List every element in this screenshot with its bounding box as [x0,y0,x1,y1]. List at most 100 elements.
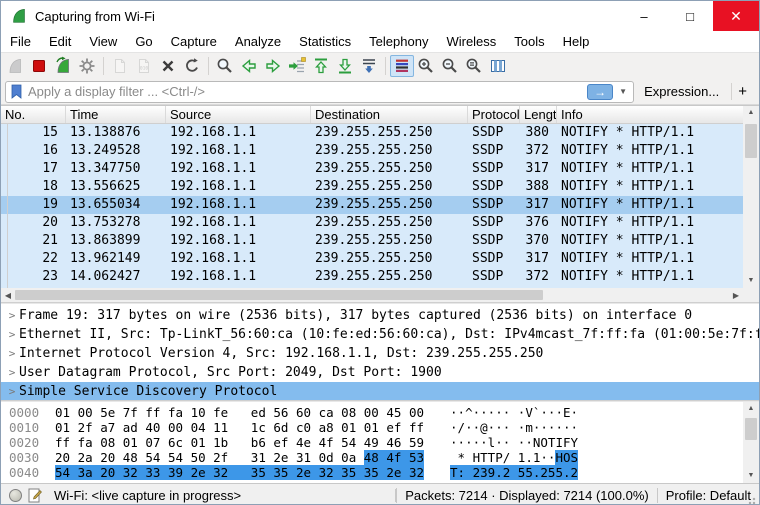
packet-row-23[interactable]: 2314.062427192.168.1.1239.255.255.250SSD… [1,268,745,286]
column-header-source[interactable]: Source [166,106,311,123]
menu-go[interactable]: Go [126,32,161,51]
scroll-up-arrow[interactable]: ▲ [743,402,759,416]
go-forward-icon[interactable] [261,55,285,77]
menu-help[interactable]: Help [554,32,599,51]
zoom-100-icon[interactable] [462,55,486,77]
close-button[interactable]: ✕ [713,1,759,31]
column-header-info[interactable]: Info [557,106,745,123]
packet-list-hscrollbar[interactable]: ◀ ▶ [1,288,743,302]
detail-line-1[interactable]: >Ethernet II, Src: Tp-LinkT_56:60:ca (10… [1,325,759,344]
menu-statistics[interactable]: Statistics [290,32,360,51]
go-to-top-icon[interactable] [309,55,333,77]
expander-icon[interactable]: > [5,385,19,398]
expander-icon[interactable]: > [5,347,19,360]
expander-icon[interactable]: > [5,309,19,322]
find-packet-icon[interactable] [213,55,237,77]
packet-row-17[interactable]: 1713.347750192.168.1.1239.255.255.250SSD… [1,160,745,178]
scroll-down-arrow[interactable]: ▼ [743,274,759,288]
column-header-no[interactable]: No. [1,106,66,123]
resize-grip[interactable] [748,495,758,505]
menu-file[interactable]: File [1,32,40,51]
profile-selector[interactable]: Profile: Default [657,488,759,503]
menu-edit[interactable]: Edit [40,32,80,51]
go-back-icon[interactable] [237,55,261,77]
hex-row-0000[interactable]: 000001 00 5e 7f ff fa 10 fe ed 56 60 ca … [1,405,745,420]
menu-tools[interactable]: Tools [505,32,553,51]
display-filter-input[interactable] [28,84,587,99]
expression-button[interactable]: Expression... [634,84,729,99]
hex-row-0030[interactable]: 003020 2a 20 48 54 54 50 2f 31 2e 31 0d … [1,450,745,465]
hex-bytes[interactable]: 54 3a 20 32 33 39 2e 32 35 35 2e 32 35 3… [55,465,424,480]
expander-icon[interactable]: > [5,366,19,379]
menu-telephony[interactable]: Telephony [360,32,437,51]
packet-row-18[interactable]: 1813.556625192.168.1.1239.255.255.250SSD… [1,178,745,196]
go-to-packet-icon[interactable] [285,55,309,77]
hex-bytes[interactable]: 01 00 5e 7f ff fa 10 fe ed 56 60 ca 08 0… [55,405,424,420]
cell-protocol: SSDP [468,124,520,142]
hex-ascii[interactable]: * HTTP/ 1.1··HOS [450,450,578,465]
capture-comment-icon[interactable] [28,488,42,503]
reload-file-icon[interactable] [180,55,204,77]
cell-protocol: SSDP [468,268,520,286]
auto-scroll-icon[interactable] [357,55,381,77]
scroll-right-arrow[interactable]: ▶ [729,291,743,300]
maximize-button[interactable]: □ [667,1,713,31]
packet-row-20[interactable]: 2013.753278192.168.1.1239.255.255.250SSD… [1,214,745,232]
menu-capture[interactable]: Capture [162,32,226,51]
colorize-icon[interactable] [390,55,414,77]
hex-row-0010[interactable]: 001001 2f a7 ad 40 00 04 11 1c 6d c0 a8 … [1,420,745,435]
scroll-thumb[interactable] [745,124,757,158]
resize-columns-icon[interactable] [486,55,510,77]
add-filter-button[interactable]: + [731,83,755,100]
hex-ascii[interactable]: ·····l·· ··NOTIFY [450,435,578,450]
expert-info-icon[interactable] [9,489,22,502]
capture-options-icon[interactable] [75,55,99,77]
minimize-button[interactable]: – [621,1,667,31]
hex-ascii[interactable]: ·/··@··· ·m······ [450,420,578,435]
hex-row-0040[interactable]: 004054 3a 20 32 33 39 2e 32 35 35 2e 32 … [1,465,745,480]
packet-list-vscrollbar[interactable]: ▲ ▼ [743,106,759,288]
filter-dropdown-caret[interactable]: ▼ [615,87,631,96]
hex-bytes[interactable]: ff fa 08 01 07 6c 01 1b b6 ef 4e 4f 54 4… [55,435,424,450]
restart-capture-icon[interactable] [51,55,75,77]
cell-no: 15 [1,124,66,142]
scroll-down-arrow[interactable]: ▼ [743,469,759,483]
hex-bytes[interactable]: 01 2f a7 ad 40 00 04 11 1c 6d c0 a8 01 0… [55,420,424,435]
menu-view[interactable]: View [80,32,126,51]
hex-bytes[interactable]: 20 2a 20 48 54 54 50 2f 31 2e 31 0d 0a 4… [55,450,424,465]
hex-ascii[interactable]: T: 239.2 55.255.2 [450,465,578,480]
packet-row-21[interactable]: 2113.863899192.168.1.1239.255.255.250SSD… [1,232,745,250]
detail-line-4[interactable]: >Simple Service Discovery Protocol [1,382,759,400]
column-header-length[interactable]: Length [520,106,557,123]
scroll-up-arrow[interactable]: ▲ [743,106,759,120]
detail-line-2[interactable]: >Internet Protocol Version 4, Src: 192.1… [1,344,759,363]
apply-filter-button[interactable]: → [587,84,613,100]
menu-analyze[interactable]: Analyze [226,32,290,51]
packet-row-16[interactable]: 1613.249528192.168.1.1239.255.255.250SSD… [1,142,745,160]
zoom-out-icon[interactable] [438,55,462,77]
close-file-icon[interactable] [156,55,180,77]
scroll-left-arrow[interactable]: ◀ [1,291,15,300]
scroll-thumb[interactable] [745,418,757,440]
column-header-protocol[interactable]: Protocol [468,106,520,123]
scroll-thumb[interactable] [15,290,543,300]
column-header-time[interactable]: Time [66,106,166,123]
filter-bookmark-icon[interactable] [10,84,23,99]
menu-wireless[interactable]: Wireless [437,32,505,51]
column-header-destination[interactable]: Destination [311,106,468,123]
cell-no: 16 [1,142,66,160]
hex-row-0020[interactable]: 0020ff fa 08 01 07 6c 01 1b b6 ef 4e 4f … [1,435,745,450]
detail-line-3[interactable]: >User Datagram Protocol, Src Port: 2049,… [1,363,759,382]
cell-source: 192.168.1.1 [166,142,311,160]
packet-list-body: 1513.138876192.168.1.1239.255.255.250SSD… [1,124,745,289]
expander-icon[interactable]: > [5,328,19,341]
hex-ascii[interactable]: ··^····· ·V`···E· [450,405,578,420]
detail-line-0[interactable]: >Frame 19: 317 bytes on wire (2536 bits)… [1,306,759,325]
zoom-in-icon[interactable] [414,55,438,77]
packet-row-22[interactable]: 2213.962149192.168.1.1239.255.255.250SSD… [1,250,745,268]
packet-row-19[interactable]: 1913.655034192.168.1.1239.255.255.250SSD… [1,196,745,214]
go-to-bottom-icon[interactable] [333,55,357,77]
stop-capture-icon[interactable] [27,55,51,77]
packet-row-15[interactable]: 1513.138876192.168.1.1239.255.255.250SSD… [1,124,745,142]
bytes-vscrollbar[interactable]: ▲ ▼ [743,402,759,483]
